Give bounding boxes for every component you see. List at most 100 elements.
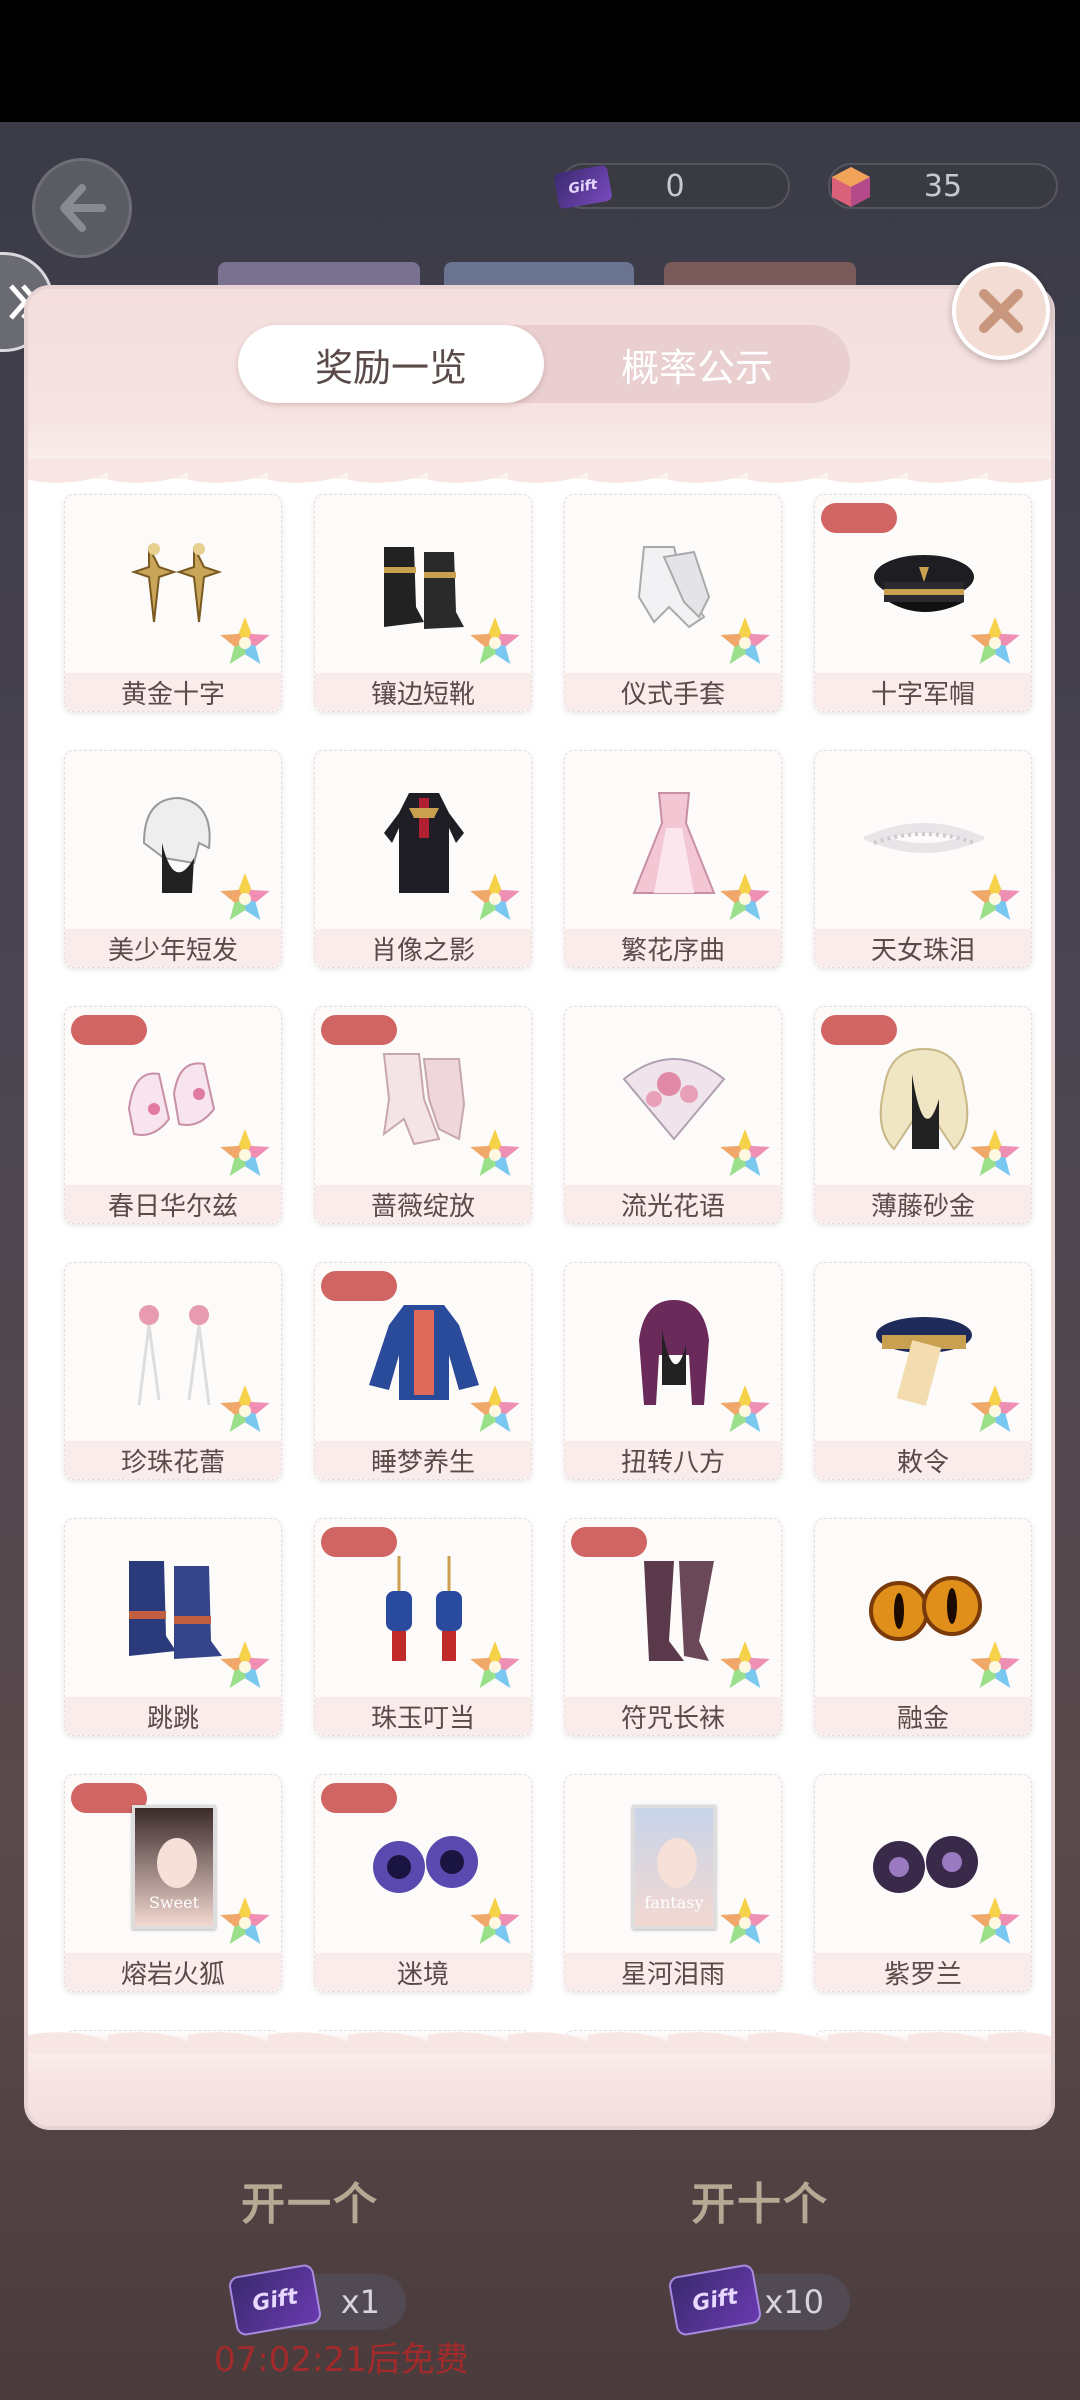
reward-name: 跳跳 [65, 1697, 281, 1735]
rarity-star-icon [217, 1383, 273, 1439]
status-bar [0, 0, 1080, 122]
rarity-star-icon [217, 1127, 273, 1183]
reward-card[interactable]: 镶边短靴 [314, 494, 532, 712]
reward-card[interactable]: 紫罗兰 [814, 1774, 1032, 1992]
rarity-star-icon [717, 1383, 773, 1439]
reward-card[interactable]: 肖像之影 [314, 750, 532, 968]
rarity-star-icon [717, 871, 773, 927]
reward-name: 流光花语 [565, 1185, 781, 1223]
rarity-star-icon [467, 871, 523, 927]
reward-name: 珍珠花蕾 [65, 1441, 281, 1479]
ticket-icon-text: Gift [553, 164, 613, 210]
reward-name: 十字军帽 [815, 673, 1031, 711]
rarity-star-icon [217, 871, 273, 927]
reward-name: 符咒长袜 [565, 1697, 781, 1735]
gem-count: 35 [923, 168, 963, 204]
reward-card[interactable]: 融金 [814, 1518, 1032, 1736]
reward-name: 熔岩火狐 [65, 1953, 281, 1991]
tab-switcher: 奖励一览 概率公示 [238, 325, 850, 403]
open-ten-cost-text: x10 [764, 2283, 824, 2321]
close-button[interactable] [952, 262, 1050, 360]
reward-name: 紫罗兰 [815, 1953, 1031, 1991]
ticket-icon: Gift [553, 159, 613, 215]
open-one-button[interactable]: 开一个 [210, 2140, 410, 2260]
open-one-label: 开一个 [241, 2179, 379, 2230]
reward-card[interactable]: 睡梦养生 [314, 1262, 532, 1480]
reward-card[interactable]: 符咒长袜 [564, 1518, 782, 1736]
rarity-star-icon [717, 1127, 773, 1183]
reward-name: 镶边短靴 [315, 673, 531, 711]
tab-probability[interactable]: 概率公示 [544, 325, 850, 403]
tab-reward-list[interactable]: 奖励一览 [238, 325, 544, 403]
open-one-cost-text: x1 [340, 2283, 380, 2321]
reward-card[interactable]: 敕令 [814, 1262, 1032, 1480]
reward-name: 美少年短发 [65, 929, 281, 967]
gem-cube-icon [822, 159, 880, 215]
rarity-star-icon [717, 1895, 773, 1951]
reward-name: 融金 [815, 1697, 1031, 1735]
reward-card[interactable]: 十字军帽 [814, 494, 1032, 712]
rarity-star-icon [967, 615, 1023, 671]
reward-card[interactable]: 天女珠泪 [814, 750, 1032, 968]
reward-name: 星河泪雨 [565, 1953, 781, 1991]
reward-card[interactable]: 珠玉叮当 [314, 1518, 532, 1736]
reward-card[interactable]: 流光花语 [564, 1006, 782, 1224]
reward-name: 繁花序曲 [565, 929, 781, 967]
reward-card[interactable]: 迷境 [314, 1774, 532, 1992]
rarity-star-icon [217, 1639, 273, 1695]
reward-name: 黄金十字 [65, 673, 281, 711]
reward-card[interactable]: 仪式手套 [564, 494, 782, 712]
ticket-count: 0 [665, 168, 685, 204]
face-card-text: fantasy [644, 1893, 704, 1912]
reward-card[interactable]: 美少年短发 [64, 750, 282, 968]
reward-name: 薄藤砂金 [815, 1185, 1031, 1223]
reward-name: 敕令 [815, 1441, 1031, 1479]
reward-card[interactable]: 黄金十字 [64, 494, 282, 712]
reward-name: 扭转八方 [565, 1441, 781, 1479]
reward-name: 肖像之影 [315, 929, 531, 967]
open-one-cost: Gift x1 [227, 2262, 406, 2338]
close-icon [979, 289, 1023, 333]
rarity-star-icon [967, 1895, 1023, 1951]
face-card-text: Sweet [148, 1893, 200, 1912]
reward-card[interactable]: 蔷薇绽放 [314, 1006, 532, 1224]
reward-name: 迷境 [315, 1953, 531, 1991]
reward-card[interactable]: 繁花序曲 [564, 750, 782, 968]
modal-footer-decoration [28, 2018, 1051, 2126]
rarity-star-icon [467, 1127, 523, 1183]
rarity-star-icon [967, 871, 1023, 927]
rarity-star-icon [467, 615, 523, 671]
reward-card[interactable]: 跳跳 [64, 1518, 282, 1736]
rarity-star-icon [467, 1639, 523, 1695]
reward-card[interactable]: fantasy 星河泪雨 [564, 1774, 782, 1992]
rarity-star-icon [217, 1895, 273, 1951]
open-ten-label: 开十个 [691, 2179, 829, 2230]
reward-card[interactable]: 扭转八方 [564, 1262, 782, 1480]
reward-card[interactable]: 薄藤砂金 [814, 1006, 1032, 1224]
reward-name: 蔷薇绽放 [315, 1185, 531, 1223]
reward-card[interactable]: 春日华尔兹 [64, 1006, 282, 1224]
rarity-star-icon [717, 1639, 773, 1695]
reward-card[interactable]: 珍珠花蕾 [64, 1262, 282, 1480]
rarity-star-icon [717, 615, 773, 671]
open-ten-cost: Gift x10 [667, 2262, 850, 2338]
rarity-star-icon [967, 1639, 1023, 1695]
back-button[interactable] [32, 158, 132, 258]
reward-name: 仪式手套 [565, 673, 781, 711]
reward-name: 睡梦养生 [315, 1441, 531, 1479]
open-ten-button[interactable]: 开十个 [660, 2140, 860, 2260]
reward-list-modal: 奖励一览 概率公示 黄金十字 镶边短靴 仪式手套 十字军帽美少年短发 肖像之影 繁花序曲天… [24, 285, 1055, 2130]
free-timer: 07:02:21后免费 [214, 2340, 469, 2380]
gem-counter: 35 [828, 163, 1058, 209]
reward-name: 春日华尔兹 [65, 1185, 281, 1223]
back-arrow-icon [60, 184, 106, 232]
reward-card[interactable]: Sweet 熔岩火狐 [64, 1774, 282, 1992]
reward-name: 珠玉叮当 [315, 1697, 531, 1735]
rarity-star-icon [967, 1383, 1023, 1439]
rarity-star-icon [467, 1895, 523, 1951]
rarity-star-icon [467, 1383, 523, 1439]
ticket-counter: Gift 0 [553, 163, 790, 210]
rarity-star-icon [967, 1127, 1023, 1183]
rarity-star-icon [217, 615, 273, 671]
reward-name: 天女珠泪 [815, 929, 1031, 967]
